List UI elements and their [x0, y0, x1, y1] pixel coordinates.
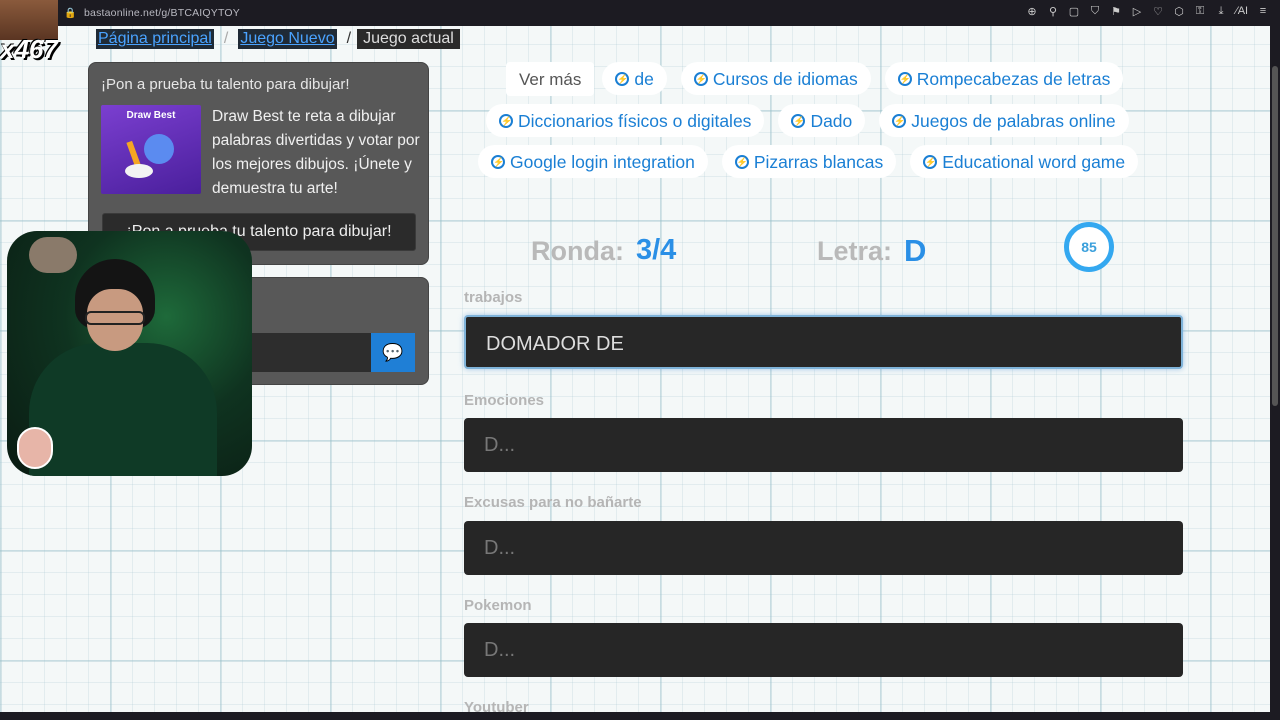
breadcrumb-current: Juego actual	[357, 29, 460, 49]
letter-label: Letra:	[817, 236, 893, 266]
menu-icon[interactable]: ≡	[1256, 5, 1270, 18]
chat-bubble-icon: 💬	[382, 343, 404, 362]
round-value: 3/4	[636, 234, 677, 266]
heart-icon[interactable]: ♡	[1151, 5, 1165, 18]
bolt-icon: ⚡	[923, 154, 938, 169]
webcam-overlay	[7, 231, 252, 476]
square-icon[interactable]: ▢	[1067, 5, 1081, 18]
category-input-pokemon[interactable]: D...	[464, 623, 1183, 677]
countdown-timer: 85	[1064, 222, 1114, 272]
bolt-icon: ⚡	[693, 71, 708, 86]
tag-item[interactable]: ⚡ Google login integration	[478, 145, 708, 178]
lock-icon: 🔒	[64, 7, 77, 19]
tag-item[interactable]: ⚡ de	[602, 62, 667, 95]
stream-counter: x467	[0, 34, 58, 64]
see-more-link[interactable]: Ver más	[506, 62, 595, 96]
round-label: Ronda:	[531, 236, 624, 266]
address-bar[interactable]: bastaonline.net/g/BTCAIQYTOY	[84, 7, 240, 19]
tag-label: Pizarras blancas	[753, 151, 884, 172]
tag-item[interactable]: ⚡ Juegos de palabras online	[879, 104, 1129, 137]
breadcrumb-new-game-link[interactable]: Juego Nuevo	[238, 29, 337, 49]
tag-label: Juegos de palabras online	[911, 110, 1116, 131]
category-label: trabajos	[464, 289, 523, 306]
browser-icons: ⊕ ⚲ ▢ ⛉ ⚑ ▷ ♡ ⬡ ⚿ ⤓ ⁄AI ≡	[1025, 5, 1270, 18]
tag-label: Educational word game	[942, 151, 1126, 172]
promo-image-title: Draw Best	[126, 110, 176, 121]
bolt-icon: ⚡	[734, 154, 749, 169]
tag-label: Diccionarios físicos o digitales	[518, 110, 752, 131]
category-input-excusas[interactable]: D...	[464, 521, 1183, 575]
lock-icon[interactable]: ⚿	[1193, 5, 1207, 18]
breadcrumb: Página principal / Juego Nuevo / Juego a…	[96, 29, 460, 49]
category-label: Excusas para no bañarte	[464, 494, 642, 511]
bolt-icon: ⚡	[615, 71, 630, 86]
bolt-icon: ⚡	[892, 113, 907, 128]
tag-row: Ver más ⚡ de ⚡ Cursos de idiomas ⚡ Rompecab…	[506, 62, 1137, 96]
tag-label: Cursos de idiomas	[712, 68, 858, 89]
category-input-trabajos[interactable]: DOMADOR DE	[464, 315, 1183, 369]
browser-toolbar: 🔒 bastaonline.net/g/BTCAIQYTOY ⊕ ⚲ ▢ ⛉ ⚑…	[0, 0, 1280, 26]
promo-image[interactable]: Draw Best	[101, 105, 201, 194]
tag-row: ⚡ Diccionarios físicos o digitales ⚡ Dado …	[486, 104, 1143, 137]
paintbrush-icon	[125, 134, 174, 178]
tag-label: Dado	[810, 110, 853, 131]
category-label: Pokemon	[464, 597, 532, 614]
bookmark-icon[interactable]: ⚑	[1109, 5, 1123, 18]
breadcrumb-home-link[interactable]: Página principal	[96, 29, 214, 49]
ai-icon[interactable]: ⁄AI	[1235, 5, 1249, 18]
bolt-icon: ⚡	[791, 113, 806, 128]
bolt-icon: ⚡	[499, 113, 513, 128]
download-icon[interactable]: ⤓	[1214, 5, 1228, 18]
letter-value: D	[904, 233, 927, 268]
breadcrumb-separator: /	[223, 30, 229, 47]
bolt-icon: ⚡	[491, 154, 505, 169]
microphone-icon	[29, 237, 77, 273]
tag-item[interactable]: ⚡ Rompecabezas de letras	[884, 62, 1124, 95]
tag-label: de	[634, 68, 654, 89]
bottom-frame	[0, 712, 1280, 720]
extensions-icon[interactable]: ⬡	[1172, 5, 1186, 18]
glasses-icon	[85, 311, 145, 325]
tag-label: Google login integration	[510, 151, 695, 172]
bolt-icon: ⚡	[897, 71, 912, 86]
scrollbar-thumb[interactable]	[1272, 66, 1278, 406]
category-label: Emociones	[464, 392, 545, 409]
promo-title: ¡Pon a prueba tu talento para dibujar!	[101, 76, 350, 93]
play-icon[interactable]: ▷	[1130, 5, 1144, 18]
category-input-emociones[interactable]: D...	[464, 418, 1183, 472]
sticker-icon	[17, 427, 53, 469]
shield-icon[interactable]: ⛉	[1088, 5, 1102, 18]
breadcrumb-separator: /	[346, 30, 352, 47]
category-label: Youtuber	[464, 699, 529, 716]
tag-label: Rompecabezas de letras	[916, 68, 1111, 89]
tag-row: ⚡ Google login integration ⚡ Pizarras blan…	[478, 145, 1152, 178]
promo-description: Draw Best te reta a dibujar palabras div…	[212, 108, 420, 197]
webcam-person-body	[29, 343, 217, 476]
tag-item[interactable]: ⚡ Pizarras blancas	[721, 145, 897, 178]
tag-item[interactable]: ⚡ Educational word game	[910, 145, 1139, 178]
tag-item[interactable]: ⚡ Diccionarios físicos o digitales	[486, 104, 765, 137]
tag-item[interactable]: ⚡ Cursos de idiomas	[680, 62, 871, 95]
pin-icon[interactable]: ⚲	[1046, 5, 1060, 18]
chat-send-button[interactable]: 💬	[371, 333, 415, 372]
tag-item[interactable]: ⚡ Dado	[778, 104, 866, 137]
scrollbar-track[interactable]	[1270, 26, 1280, 720]
zoom-icon[interactable]: ⊕	[1025, 5, 1039, 18]
